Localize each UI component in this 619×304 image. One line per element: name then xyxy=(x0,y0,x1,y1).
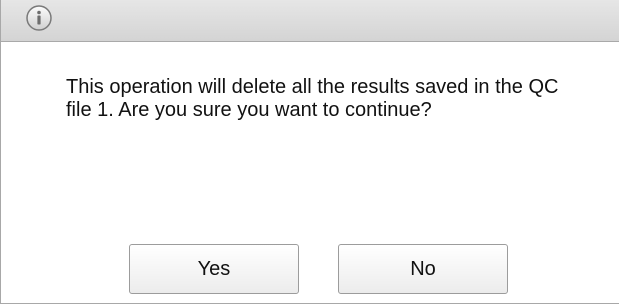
yes-button[interactable]: Yes xyxy=(129,244,299,294)
dialog-titlebar xyxy=(1,0,619,42)
confirmation-dialog: This operation will delete all the resul… xyxy=(0,0,619,304)
no-button[interactable]: No xyxy=(338,244,508,294)
info-icon xyxy=(25,4,53,32)
dialog-message: This operation will delete all the resul… xyxy=(66,76,559,121)
